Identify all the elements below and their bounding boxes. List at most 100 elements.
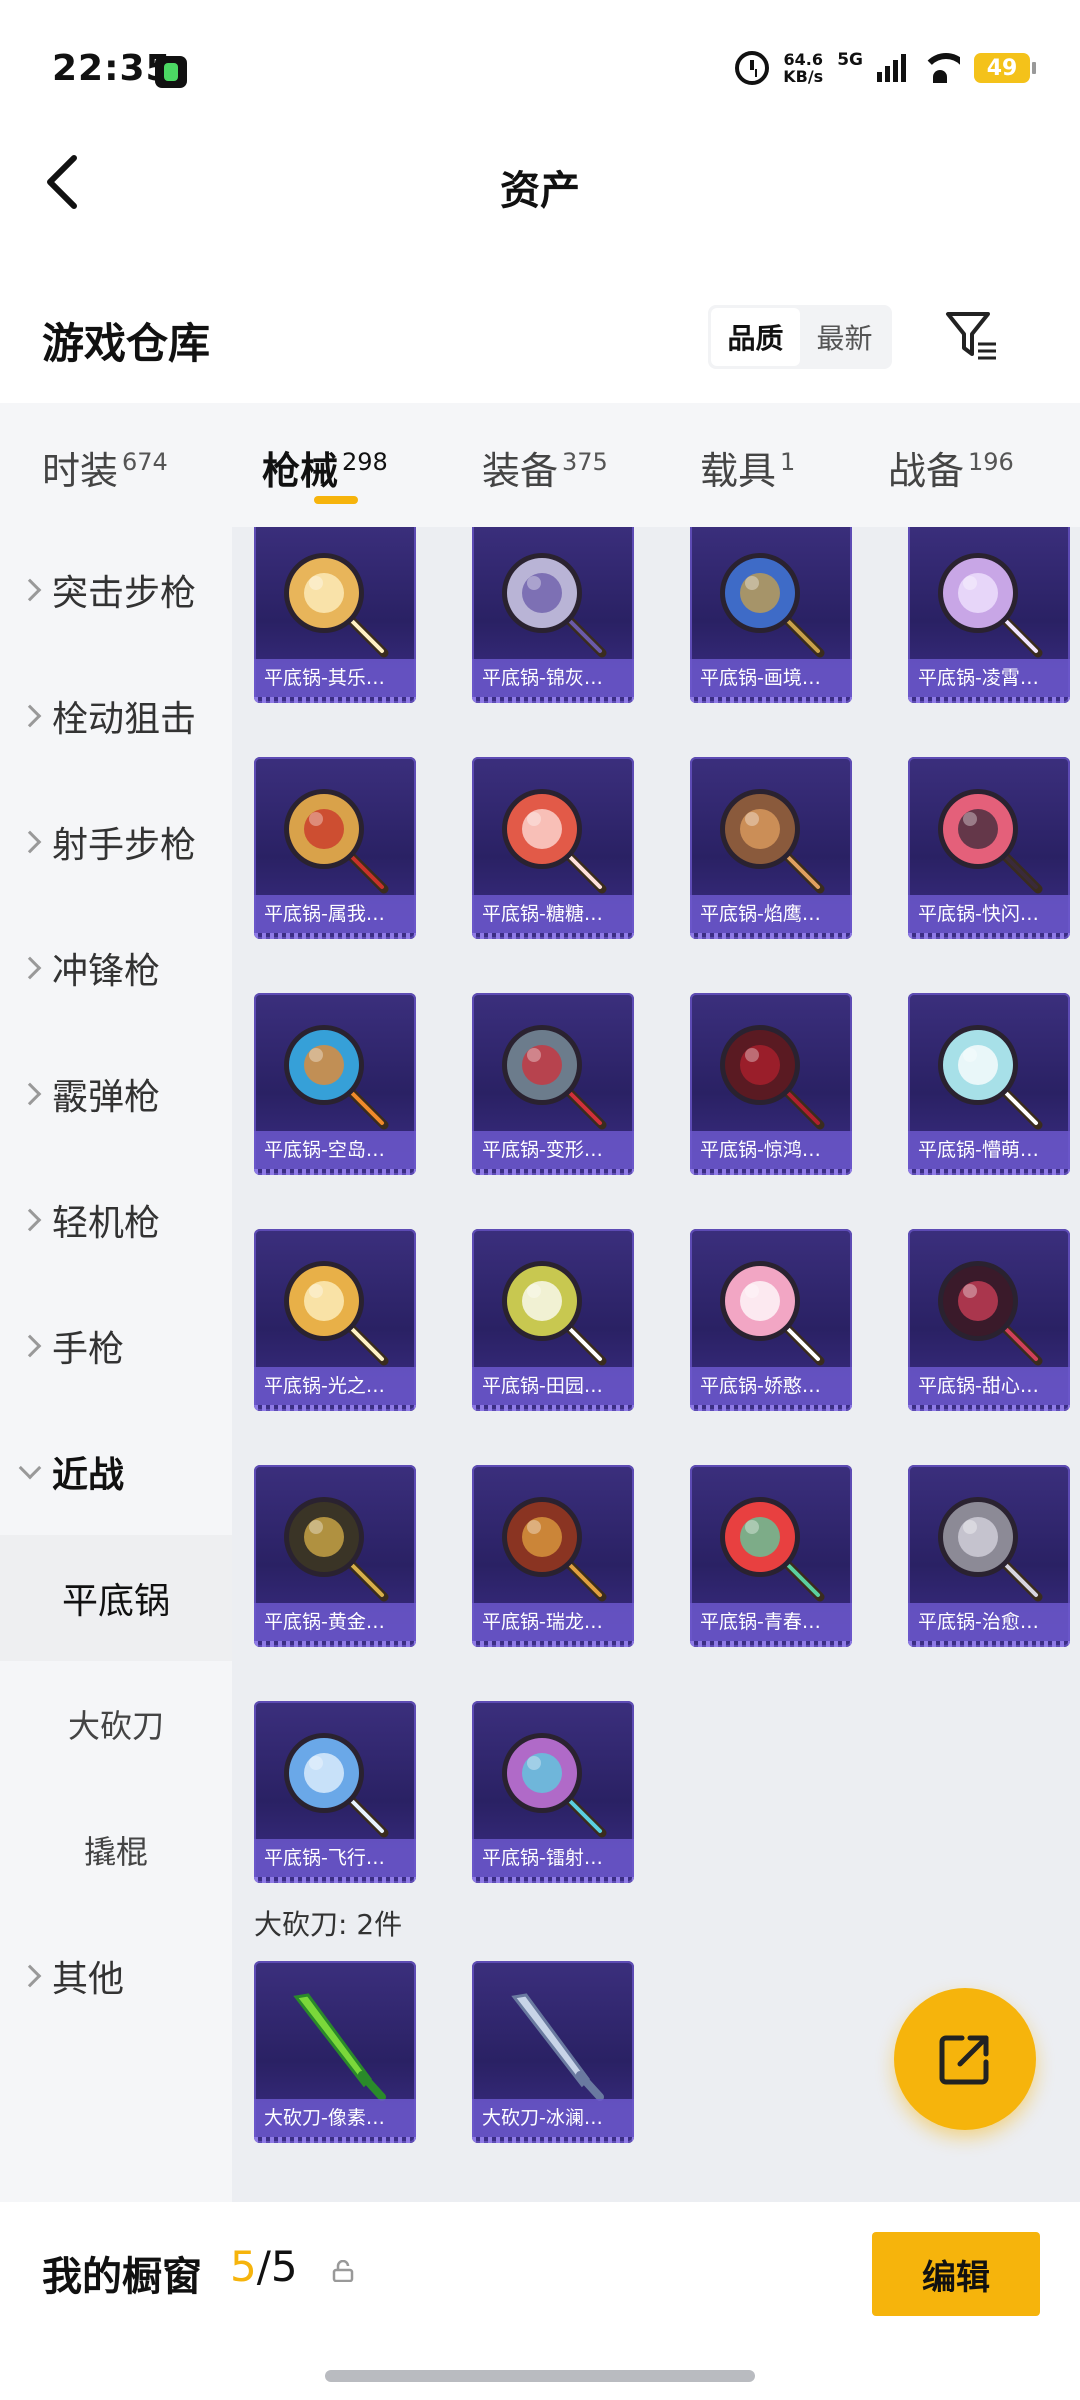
sidebar-subitem-machete[interactable]: 大砍刀 bbox=[0, 1661, 232, 1787]
tab-fashion[interactable]: 时装 674 bbox=[42, 440, 168, 495]
quality-strip bbox=[254, 933, 416, 939]
tab-count: 1 bbox=[780, 448, 796, 476]
pan-art-icon bbox=[284, 553, 389, 658]
pan-item-card[interactable]: 平底锅-锦灰… bbox=[472, 527, 634, 703]
quality-strip bbox=[472, 1877, 634, 1883]
sidebar-subitem-crowbar[interactable]: 撬棍 bbox=[0, 1787, 232, 1913]
item-name: 平底锅-属我… bbox=[254, 895, 416, 933]
item-name: 平底锅-镭射… bbox=[472, 1839, 634, 1877]
active-tab-indicator bbox=[314, 496, 358, 504]
quality-strip bbox=[690, 1169, 852, 1175]
pan-item-card[interactable]: 平底锅-懵萌… bbox=[908, 993, 1070, 1175]
pan-item-card[interactable]: 平底锅-黄金… bbox=[254, 1465, 416, 1647]
tab-combat-gear[interactable]: 战备 196 bbox=[888, 440, 1014, 495]
pan-art-icon bbox=[720, 789, 825, 894]
item-name: 平底锅-空岛… bbox=[254, 1131, 416, 1169]
pan-item-card[interactable]: 平底锅-治愈… bbox=[908, 1465, 1070, 1647]
pan-item-card[interactable]: 平底锅-娇憨… bbox=[690, 1229, 852, 1411]
chevron-right-icon bbox=[18, 1334, 42, 1358]
quality-strip bbox=[254, 1405, 416, 1411]
pan-item-card[interactable]: 平底锅-田园… bbox=[472, 1229, 634, 1411]
pan-art-icon bbox=[720, 553, 825, 658]
pan-item-card[interactable]: 平底锅-光之… bbox=[254, 1229, 416, 1411]
tab-vehicles[interactable]: 载具 1 bbox=[700, 440, 795, 495]
pan-art-icon bbox=[720, 1497, 825, 1602]
chevron-right-icon bbox=[18, 578, 42, 602]
quality-strip bbox=[908, 697, 1070, 703]
sidebar-item-lmg[interactable]: 轻机枪 bbox=[0, 1157, 232, 1283]
pan-item-card[interactable]: 平底锅-甜心… bbox=[908, 1229, 1070, 1411]
sidebar-item-marksman-rifle[interactable]: 射手步枪 bbox=[0, 779, 232, 905]
battery-icon: 49 bbox=[974, 53, 1036, 83]
pan-item-card[interactable]: 平底锅-快闪… bbox=[908, 757, 1070, 939]
sidebar-item-label: 突击步枪 bbox=[52, 573, 197, 614]
chevron-right-icon bbox=[18, 830, 42, 854]
quality-strip bbox=[690, 1641, 852, 1647]
pan-item-card[interactable]: 平底锅-画境… bbox=[690, 527, 852, 703]
item-name: 平底锅-其乐… bbox=[254, 659, 416, 697]
unlock-icon bbox=[332, 2260, 354, 2282]
sort-newest-button[interactable]: 最新 bbox=[800, 308, 889, 366]
status-bar: 22:35 64.6 KB/s 5G 49 bbox=[0, 0, 1080, 140]
pan-item-card[interactable]: 平底锅-空岛… bbox=[254, 993, 416, 1175]
pan-art-icon bbox=[938, 1261, 1043, 1366]
knife-item-card[interactable]: 大砍刀-冰澜… bbox=[472, 1961, 634, 2143]
item-name: 平底锅-光之… bbox=[254, 1367, 416, 1405]
app-notification-icon bbox=[155, 56, 187, 88]
tab-equipment[interactable]: 装备 375 bbox=[482, 440, 608, 495]
pan-art-icon bbox=[284, 1497, 389, 1602]
sidebar-item-label: 栓动狙击 bbox=[52, 699, 197, 740]
pan-item-card[interactable]: 平底锅-属我… bbox=[254, 757, 416, 939]
quality-strip bbox=[254, 1641, 416, 1647]
sidebar-item-melee[interactable]: 近战 bbox=[0, 1409, 232, 1535]
tab-label: 枪械 bbox=[262, 449, 339, 493]
quality-strip bbox=[908, 1405, 1070, 1411]
item-name: 平底锅-焰鹰… bbox=[690, 895, 852, 933]
pan-art-icon bbox=[502, 1025, 607, 1130]
sidebar-item-bolt-sniper[interactable]: 栓动狙击 bbox=[0, 653, 232, 779]
sidebar-item-assault-rifle[interactable]: 突击步枪 bbox=[0, 527, 232, 653]
pan-item-card[interactable]: 平底锅-飞行… bbox=[254, 1701, 416, 1883]
home-indicator[interactable] bbox=[325, 2370, 755, 2382]
sidebar-subitem-pan[interactable]: 平底锅 bbox=[0, 1535, 232, 1661]
pan-item-card[interactable]: 平底锅-变形… bbox=[472, 993, 634, 1175]
pan-item-card[interactable]: 平底锅-青春… bbox=[690, 1465, 852, 1647]
share-button[interactable] bbox=[894, 1988, 1036, 2130]
quality-strip bbox=[254, 1169, 416, 1175]
pan-item-card[interactable]: 平底锅-糖糖… bbox=[472, 757, 634, 939]
chevron-right-icon bbox=[18, 1082, 42, 1106]
pan-art-icon bbox=[502, 1497, 607, 1602]
quality-strip bbox=[690, 697, 852, 703]
item-name: 平底锅-凌霄… bbox=[908, 659, 1070, 697]
pan-item-card[interactable]: 平底锅-镭射… bbox=[472, 1701, 634, 1883]
knife-item-card[interactable]: 大砍刀-像素… bbox=[254, 1961, 416, 2143]
sidebar-item-shotgun[interactable]: 霰弹枪 bbox=[0, 1031, 232, 1157]
sidebar-item-smg[interactable]: 冲锋枪 bbox=[0, 905, 232, 1031]
quality-strip bbox=[254, 2137, 416, 2143]
sort-quality-button[interactable]: 品质 bbox=[711, 308, 800, 366]
pan-item-card[interactable]: 平底锅-其乐… bbox=[254, 527, 416, 703]
edit-button[interactable]: 编辑 bbox=[872, 2232, 1040, 2316]
pan-item-card[interactable]: 平底锅-瑞龙… bbox=[472, 1465, 634, 1647]
pan-item-card[interactable]: 平底锅-惊鸿… bbox=[690, 993, 852, 1175]
item-name: 平底锅-娇憨… bbox=[690, 1367, 852, 1405]
tab-label: 战备 bbox=[888, 449, 965, 493]
filter-icon[interactable] bbox=[944, 308, 1000, 364]
tab-firearms[interactable]: 枪械 298 bbox=[262, 440, 388, 495]
net-speed: 64.6 KB/s bbox=[783, 51, 823, 85]
item-name: 平底锅-瑞龙… bbox=[472, 1603, 634, 1641]
showcase-count-current: 5 bbox=[230, 2242, 257, 2291]
pan-art-icon bbox=[938, 1025, 1043, 1130]
pan-item-card[interactable]: 平底锅-凌霄… bbox=[908, 527, 1070, 703]
pan-item-card[interactable]: 平底锅-焰鹰… bbox=[690, 757, 852, 939]
showcase-title: 我的橱窗 bbox=[42, 2254, 202, 2300]
item-name: 平底锅-黄金… bbox=[254, 1603, 416, 1641]
sidebar-item-other[interactable]: 其他 bbox=[0, 1913, 232, 2039]
chevron-right-icon bbox=[18, 1208, 42, 1232]
item-name: 大砍刀-冰澜… bbox=[472, 2099, 634, 2137]
alarm-icon bbox=[735, 51, 770, 85]
section-title: 游戏仓库 bbox=[42, 319, 211, 368]
status-icons: 64.6 KB/s 5G 49 bbox=[735, 48, 1036, 88]
tab-count: 375 bbox=[562, 448, 608, 476]
sidebar-item-pistol[interactable]: 手枪 bbox=[0, 1283, 232, 1409]
